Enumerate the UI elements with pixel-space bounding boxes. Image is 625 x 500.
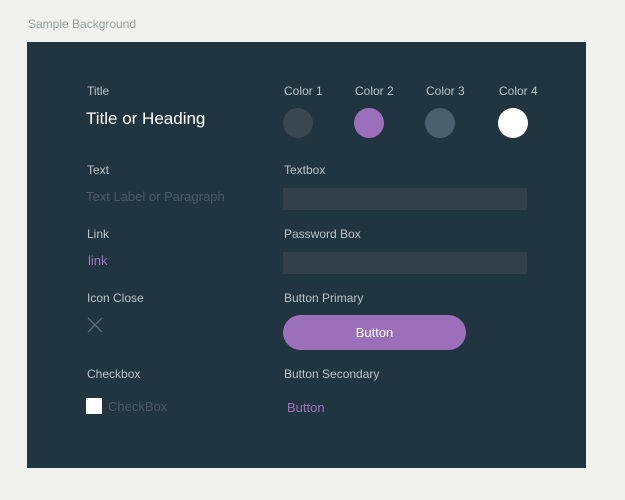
link-label: Link — [87, 227, 110, 241]
icon-close-label: Icon Close — [87, 291, 144, 305]
title-heading: Title or Heading — [86, 109, 206, 128]
button-primary-label: Button Primary — [284, 291, 364, 305]
button-secondary-label: Button Secondary — [284, 367, 380, 381]
checkbox[interactable] — [86, 398, 102, 414]
title-label: Title — [87, 84, 110, 98]
color-3-label: Color 3 — [426, 84, 465, 98]
password-input[interactable] — [283, 252, 527, 274]
checkbox-text: CheckBox — [108, 399, 168, 414]
text-label: Text — [87, 163, 110, 177]
checkbox-label: Checkbox — [87, 367, 141, 381]
color-4-label: Color 4 — [499, 84, 538, 98]
password-label: Password Box — [284, 227, 361, 241]
color-1-swatch — [283, 108, 313, 138]
color-4-swatch — [498, 108, 528, 138]
textbox-label: Textbox — [284, 163, 326, 177]
color-3-swatch — [425, 108, 455, 138]
text-paragraph: Text Label or Paragraph — [86, 189, 225, 204]
close-icon-glyph — [87, 317, 103, 333]
page: Sample Background Title Title or Heading… — [0, 0, 625, 500]
sample-link[interactable]: link — [88, 253, 108, 269]
background-caption: Sample Background — [28, 17, 137, 31]
color-1-label: Color 1 — [284, 84, 323, 98]
textbox-input[interactable] — [283, 188, 527, 210]
close-icon[interactable] — [86, 316, 104, 334]
color-2-label: Color 2 — [355, 84, 394, 98]
secondary-button[interactable]: Button — [287, 400, 325, 416]
primary-button[interactable]: Button — [283, 315, 466, 350]
color-2-swatch — [354, 108, 384, 138]
style-panel: Title Title or Heading Text Text Label o… — [27, 42, 586, 468]
